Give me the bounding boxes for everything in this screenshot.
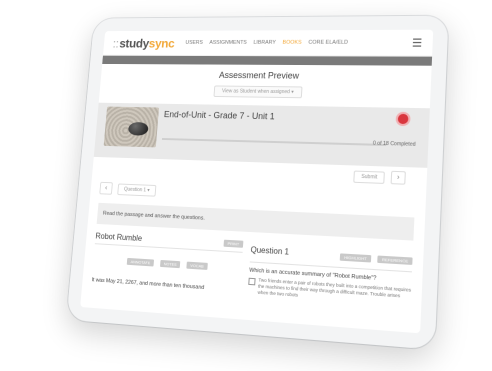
chevron-right-icon[interactable]: › — [390, 170, 406, 185]
chevron-down-icon: ▾ — [147, 187, 150, 194]
annotate-button[interactable]: ANNOTATE — [126, 257, 155, 267]
unit-title: End-of-Unit - Grade 7 - Unit 1 — [163, 109, 276, 122]
passage-title: Robot Rumble — [95, 231, 143, 243]
submit-button[interactable]: Submit — [353, 170, 385, 184]
highlight-button[interactable]: HIGHLIGHT — [339, 253, 372, 263]
chevron-left-icon[interactable]: ‹ — [99, 181, 113, 195]
question-title: Question 1 — [250, 244, 290, 257]
studysync-logo[interactable]: ::studysync — [112, 36, 175, 50]
completed-count: 0 of 18 Completed — [372, 140, 416, 148]
notes-button[interactable]: NOTES — [159, 259, 181, 269]
unit-thumbnail — [103, 106, 160, 148]
view-as-dropdown[interactable]: View as Student when assigned ▾ — [213, 85, 303, 99]
question-column: Question 1 HIGHLIGHT REFERENCE Which is … — [248, 240, 413, 306]
content-columns: Robot Rumble PRINT ANNOTATE NOTES VOCAB … — [91, 231, 413, 306]
nav-link-books[interactable]: BOOKS — [282, 40, 301, 46]
nav-link-library[interactable]: LIBRARY — [253, 40, 276, 46]
passage-tools: ANNOTATE NOTES VOCAB — [93, 248, 242, 275]
nav-link-core-ela-eld[interactable]: CORE ELA/ELD — [308, 40, 348, 46]
unit-badge-icon — [395, 111, 411, 127]
nav-links: USERS ASSIGNMENTS LIBRARY BOOKS CORE ELA… — [185, 40, 348, 46]
passage-column: Robot Rumble PRINT ANNOTATE NOTES VOCAB … — [91, 231, 244, 294]
vocab-button[interactable]: VOCAB — [186, 261, 208, 270]
assessment-preview-header: Assessment Preview View as Student when … — [99, 64, 431, 100]
reference-button[interactable]: REFERENCE — [377, 255, 413, 265]
question-header: Question 1 HIGHLIGHT REFERENCE — [249, 240, 413, 273]
nav-link-users[interactable]: USERS — [185, 40, 203, 46]
progress-bar — [161, 138, 387, 147]
top-nav: ::studysync USERS ASSIGNMENTS LIBRARY BO… — [102, 29, 434, 57]
answer-checkbox[interactable] — [248, 277, 256, 286]
tablet-screen: ::studysync USERS ASSIGNMENTS LIBRARY BO… — [80, 29, 434, 334]
tablet-frame: ::studysync USERS ASSIGNMENTS LIBRARY BO… — [66, 15, 449, 350]
stone-image — [127, 121, 149, 136]
nav-link-assignments[interactable]: ASSIGNMENTS — [209, 40, 247, 46]
passage-text: It was May 21, 2267, and more than ten t… — [91, 277, 205, 292]
print-button[interactable]: PRINT — [223, 239, 244, 248]
page-title: Assessment Preview — [218, 70, 300, 81]
chevron-down-icon: ▾ — [291, 89, 294, 96]
hamburger-icon[interactable]: ☰ — [412, 36, 423, 49]
question-dropdown[interactable]: Question 1 ▾ — [117, 183, 157, 197]
tablet-mockup: ::studysync USERS ASSIGNMENTS LIBRARY BO… — [0, 0, 492, 371]
